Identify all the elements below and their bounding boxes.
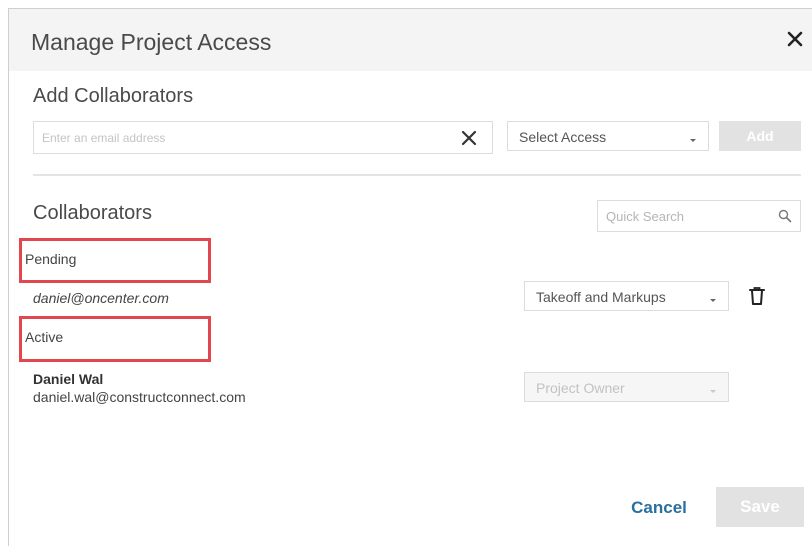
chevron-down-icon	[709, 291, 717, 302]
manage-access-dialog: Manage Project Access Add Collaborators …	[8, 8, 812, 546]
add-button[interactable]: Add	[719, 121, 801, 151]
active-collaborator-email: daniel.wal@constructconnect.com	[33, 389, 246, 405]
pending-role-dropdown[interactable]: Takeoff and Markups	[524, 281, 729, 311]
pending-collaborator-email: daniel@oncenter.com	[33, 290, 169, 306]
cancel-button[interactable]: Cancel	[615, 493, 703, 523]
pending-role-value: Takeoff and Markups	[536, 289, 666, 305]
active-role-dropdown: Project Owner	[524, 372, 729, 402]
quick-search-input[interactable]	[598, 201, 768, 231]
section-divider	[33, 174, 801, 176]
active-collaborator-name: Daniel Wal	[33, 371, 104, 387]
pending-label-text: Pending	[25, 251, 77, 267]
search-icon[interactable]	[778, 209, 792, 223]
dialog-header: Manage Project Access	[9, 9, 812, 71]
save-button[interactable]: Save	[716, 487, 804, 527]
clear-email-icon[interactable]	[460, 129, 478, 147]
quick-search-container	[597, 200, 801, 232]
chevron-down-icon	[709, 382, 717, 393]
active-group-label: Active	[19, 316, 211, 362]
trash-icon[interactable]	[748, 286, 766, 306]
email-field-container	[33, 121, 493, 154]
pending-group-label: Pending	[19, 238, 211, 283]
email-input[interactable]	[34, 122, 444, 153]
close-icon[interactable]	[781, 25, 809, 53]
add-collaborators-heading: Add Collaborators	[33, 85, 194, 107]
select-access-value: Select Access	[519, 129, 607, 145]
active-label-text: Active	[25, 329, 64, 345]
collaborators-heading: Collaborators	[33, 202, 152, 224]
chevron-down-icon	[689, 131, 697, 142]
select-access-dropdown[interactable]: Select Access	[507, 121, 709, 151]
dialog-title: Manage Project Access	[31, 29, 272, 55]
active-role-value: Project Owner	[536, 380, 625, 396]
